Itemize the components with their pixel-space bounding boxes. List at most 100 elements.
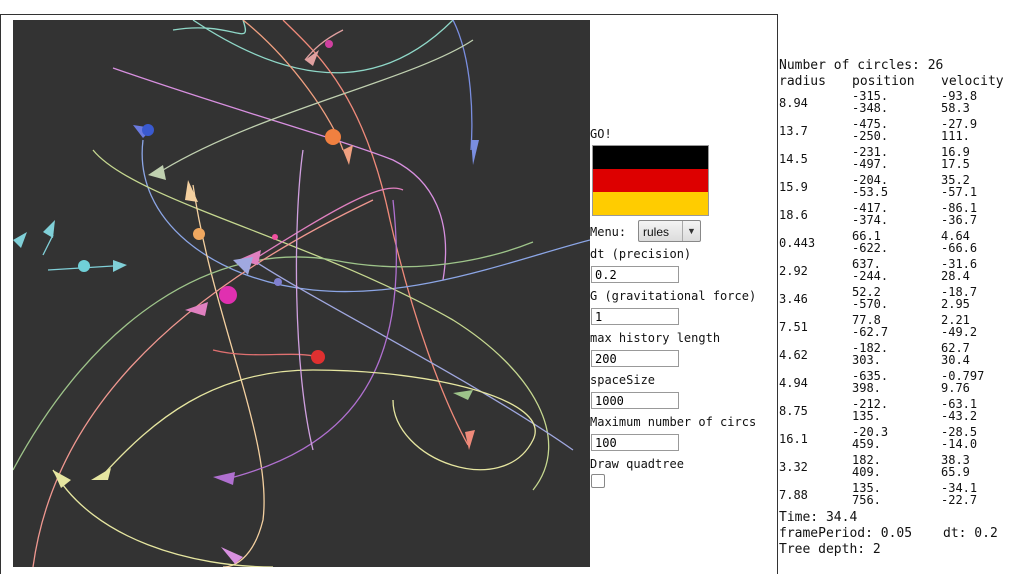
cell-velocity: -93.8 58.3 <box>941 89 978 115</box>
table-row: 13.7 -475. -250. -27.9 111. <box>779 118 1023 146</box>
cell-radius: 2.92 <box>779 264 808 278</box>
circle-body <box>78 260 90 272</box>
trail <box>252 187 404 261</box>
cell-position: 135. 756. <box>852 481 881 507</box>
max-circles-label: Maximum number of circs <box>590 415 757 429</box>
trail <box>141 139 590 293</box>
table-row: 2.92 637. -244. -31.6 28.4 <box>779 258 1023 286</box>
cell-radius: 7.51 <box>779 320 808 334</box>
cell-velocity: 38.3 65.9 <box>941 453 970 479</box>
trail <box>52 469 274 567</box>
cell-radius: 18.6 <box>779 208 808 222</box>
table-row: 7.88 135. 756. -34.1 -22.7 <box>779 482 1023 510</box>
history-input[interactable] <box>591 350 679 367</box>
table-row: 14.5 -231. -497. 16.9 17.5 <box>779 146 1023 174</box>
arrowhead <box>53 470 71 488</box>
menu-select[interactable]: rules ▼ <box>638 220 701 242</box>
space-size-label: spaceSize <box>590 373 656 387</box>
arrowhead <box>13 232 27 248</box>
max-circles-input[interactable] <box>591 434 679 451</box>
cell-position: -315. -348. <box>852 89 889 115</box>
cell-position: -417. -374. <box>852 201 889 227</box>
space-size-input[interactable] <box>591 392 679 409</box>
cell-velocity: 16.9 17.5 <box>941 145 970 171</box>
cell-radius: 3.32 <box>779 460 808 474</box>
frame-period-readout: framePeriod: 0.05 <box>779 526 913 541</box>
trail <box>295 149 314 451</box>
cell-radius: 8.94 <box>779 96 808 110</box>
cell-radius: 8.75 <box>779 404 808 418</box>
circle-body <box>219 286 237 304</box>
arrowhead <box>185 180 198 202</box>
cell-radius: 13.7 <box>779 124 808 138</box>
circle-count: Number of circles: 26 <box>779 58 944 73</box>
cell-velocity: 62.7 30.4 <box>941 341 970 367</box>
quadtree-checkbox[interactable] <box>591 474 605 488</box>
cell-position: -231. -497. <box>852 145 889 171</box>
trail <box>304 29 344 61</box>
header-position: position <box>852 74 915 89</box>
trail <box>192 20 454 74</box>
circle-body <box>325 40 333 48</box>
dt-label: dt (precision) <box>590 247 692 261</box>
flag-go-button[interactable] <box>592 145 709 216</box>
cell-velocity: -28.5 -14.0 <box>941 425 978 451</box>
dt-readout: dt: 0.2 <box>943 526 998 541</box>
cell-radius: 14.5 <box>779 152 808 166</box>
cell-radius: 4.94 <box>779 376 808 390</box>
cell-velocity: -34.1 -22.7 <box>941 481 978 507</box>
clipped-top-text <box>40 0 48 6</box>
cell-radius: 7.88 <box>779 488 808 502</box>
cell-velocity: -18.7 2.95 <box>941 285 978 311</box>
menu-label: Menu: <box>590 225 627 239</box>
tree-depth-readout: Tree depth: 2 <box>779 542 881 557</box>
go-label[interactable]: GO! <box>590 127 612 141</box>
cell-position: -635. 398. <box>852 369 889 395</box>
cell-velocity: -0.797 9.76 <box>941 369 985 395</box>
circle-body <box>142 124 154 136</box>
g-label: G (gravitational force) <box>590 289 757 303</box>
cell-position: -204. -53.5 <box>852 173 889 199</box>
arrowhead <box>213 472 235 485</box>
history-label: max history length <box>590 331 721 345</box>
g-input[interactable] <box>591 308 679 325</box>
cell-velocity: -27.9 111. <box>941 117 978 143</box>
arrowhead <box>148 165 166 180</box>
arrowhead <box>113 260 127 272</box>
flag-stripe-black <box>593 146 708 169</box>
circle-body <box>274 278 282 286</box>
cell-velocity: -63.1 -43.2 <box>941 397 978 423</box>
cell-radius: 16.1 <box>779 432 808 446</box>
cell-velocity: -31.6 28.4 <box>941 257 978 283</box>
menu-select-value: rules <box>643 225 670 239</box>
cell-velocity: 4.64 -66.6 <box>941 229 978 255</box>
table-row: 4.94 -635. 398. -0.797 9.76 <box>779 370 1023 398</box>
table-row: 16.1 -20.3 459. -28.5 -14.0 <box>779 426 1023 454</box>
table-row: 15.9 -204. -53.5 35.2 -57.1 <box>779 174 1023 202</box>
trail <box>162 39 474 171</box>
cell-velocity: -86.1 -36.7 <box>941 201 978 227</box>
simulation-canvas[interactable] <box>13 20 590 567</box>
table-row: 8.94 -315. -348. -93.8 58.3 <box>779 90 1023 118</box>
arrowhead <box>453 390 473 400</box>
cell-radius: 0.443 <box>779 236 816 250</box>
header-radius: radius <box>779 74 826 89</box>
dt-input[interactable] <box>591 266 679 283</box>
flag-stripe-red <box>593 169 708 192</box>
cell-position: 52.2 -570. <box>852 285 889 311</box>
top-strip <box>0 0 778 14</box>
table-row: 4.62 -182. 303. 62.7 30.4 <box>779 342 1023 370</box>
trail <box>212 349 319 358</box>
arrowhead <box>465 430 475 450</box>
table-row: 8.75 -212. 135. -63.1 -43.2 <box>779 398 1023 426</box>
flag-stripe-gold <box>593 192 708 215</box>
arrowhead <box>185 302 208 316</box>
cell-position: -182. 303. <box>852 341 889 367</box>
trail <box>13 241 534 471</box>
quadtree-label: Draw quadtree <box>590 457 684 471</box>
cell-velocity: 2.21 -49.2 <box>941 313 978 339</box>
table-row: 3.46 52.2 -570. -18.7 2.95 <box>779 286 1023 314</box>
cell-radius: 15.9 <box>779 180 808 194</box>
arrowhead <box>471 140 479 165</box>
trail <box>42 234 54 256</box>
